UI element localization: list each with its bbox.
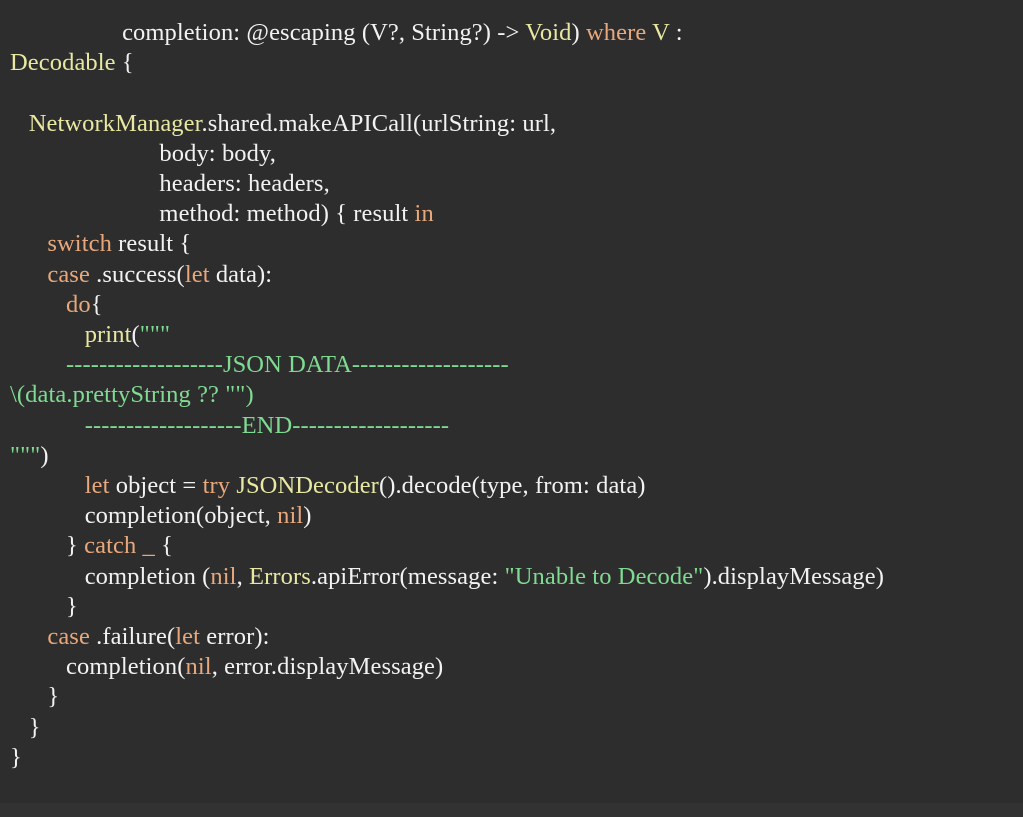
code-token-plain: ): [40, 441, 49, 469]
code-line[interactable]: NetworkManager.shared.makeAPICall(urlStr…: [10, 109, 1013, 139]
code-token-type: V: [652, 19, 670, 46]
code-token-plain: result {: [111, 230, 192, 258]
code-line[interactable]: completion(nil, error.displayMessage): [10, 652, 1013, 682]
code-token-plain: .apiError(message:: [310, 562, 505, 590]
code-token-plain: completion: @escaping (V?, String?) ->: [10, 19, 526, 46]
code-token-type: JSONDecoder: [236, 472, 379, 500]
code-token-keyword: case: [47, 260, 90, 288]
code-token-plain: .shared.makeAPICall(urlString: url,: [201, 109, 557, 137]
code-line[interactable]: }: [10, 713, 1013, 743]
code-token-keyword: do: [66, 290, 91, 318]
code-token-keyword: catch: [84, 532, 137, 560]
code-token-string: -------------------JSON DATA------------…: [10, 351, 509, 379]
code-token-plain: completion(object,: [10, 502, 278, 530]
code-token-plain: }: [10, 713, 41, 741]
bottom-edge-strip: [0, 803, 1023, 817]
code-token-plain: (: [131, 321, 140, 349]
code-token-keyword: nil: [210, 562, 237, 590]
code-token-plain: ().decode(type, from: data): [378, 472, 646, 500]
code-line[interactable]: }: [10, 682, 1013, 712]
code-token-type: Void: [525, 19, 572, 46]
code-line[interactable]: }: [10, 743, 1013, 773]
code-token-plain: , error.displayMessage): [211, 653, 444, 681]
code-token-plain: }: [10, 532, 85, 560]
code-line[interactable]: } catch _ {: [10, 531, 1013, 561]
code-line[interactable]: body: body,: [10, 139, 1013, 169]
code-line[interactable]: method: method) { result in: [10, 199, 1013, 229]
code-token-plain: ): [571, 19, 586, 46]
code-line[interactable]: """): [10, 441, 1013, 471]
code-line[interactable]: let object = try JSONDecoder().decode(ty…: [10, 471, 1013, 501]
code-token-keyword: where: [585, 19, 647, 46]
code-line[interactable]: headers: headers,: [10, 169, 1013, 199]
code-token-keyword: let: [175, 623, 201, 651]
code-token-plain: ,: [236, 562, 250, 590]
code-token-plain: {: [154, 532, 173, 560]
code-line[interactable]: print(""": [10, 320, 1013, 350]
code-token-keyword: nil: [277, 502, 304, 530]
code-line[interactable]: completion: @escaping (V?, String?) -> V…: [10, 18, 1013, 48]
code-line[interactable]: -------------------END------------------…: [10, 411, 1013, 441]
code-line[interactable]: completion(object, nil): [10, 501, 1013, 531]
code-token-plain: method: method) { result: [10, 200, 415, 228]
code-line[interactable]: \(data.prettyString ?? ""): [10, 380, 1013, 410]
code-token-type: NetworkManager: [28, 109, 202, 137]
code-line[interactable]: completion (nil, Errors.apiError(message…: [10, 562, 1013, 592]
code-screenshot-root: completion: @escaping (V?, String?) -> V…: [0, 0, 1023, 817]
code-token-plain: headers: headers,: [10, 170, 330, 198]
code-token-type: print: [84, 321, 132, 349]
code-token-keyword: case: [47, 623, 90, 651]
code-token-plain: }: [10, 743, 22, 771]
code-token-keyword: let: [184, 260, 210, 288]
code-token-string: -------------------END------------------…: [10, 411, 450, 439]
code-token-plain: ).displayMessage): [703, 562, 884, 590]
code-token-string: """: [139, 321, 171, 349]
code-line[interactable]: }: [10, 592, 1013, 622]
code-token-plain: {: [115, 49, 134, 77]
code-token-plain: ): [303, 502, 312, 530]
code-line[interactable]: [10, 78, 1013, 108]
code-token-plain: .success(: [89, 260, 185, 288]
code-token-keyword: let: [84, 472, 110, 500]
code-token-plain: {: [90, 290, 103, 318]
code-token-plain: :: [669, 19, 683, 46]
code-token-plain: }: [10, 592, 78, 620]
code-token-keyword: nil: [185, 653, 212, 681]
code-token-keyword: _: [142, 532, 155, 560]
code-token-plain: error):: [200, 623, 270, 651]
code-line[interactable]: do{: [10, 290, 1013, 320]
code-line[interactable]: case .failure(let error):: [10, 622, 1013, 652]
code-token-string: \(data.prettyString ?? ""): [10, 381, 254, 409]
code-token-keyword: in: [414, 200, 434, 228]
code-token-plain: data):: [209, 260, 273, 288]
code-line[interactable]: -------------------JSON DATA------------…: [10, 350, 1013, 380]
code-token-keyword: try: [202, 472, 231, 500]
code-token-plain: }: [10, 683, 60, 711]
code-token-plain: completion(: [10, 653, 186, 681]
code-token-keyword: switch: [47, 230, 112, 258]
code-token-plain: completion (: [10, 562, 211, 590]
code-token-string: """: [10, 441, 41, 469]
code-token-type: Decodable: [10, 49, 116, 77]
code-token-string: "Unable to Decode": [504, 562, 704, 590]
code-token-plain: .failure(: [89, 623, 176, 651]
code-token-plain: body: body,: [10, 139, 276, 167]
code-block[interactable]: completion: @escaping (V?, String?) -> V…: [0, 0, 1023, 773]
code-line[interactable]: Decodable {: [10, 48, 1013, 78]
code-token-type: Errors: [249, 562, 311, 590]
code-token-plain: object =: [109, 472, 203, 500]
code-line[interactable]: switch result {: [10, 229, 1013, 259]
code-line[interactable]: case .success(let data):: [10, 260, 1013, 290]
